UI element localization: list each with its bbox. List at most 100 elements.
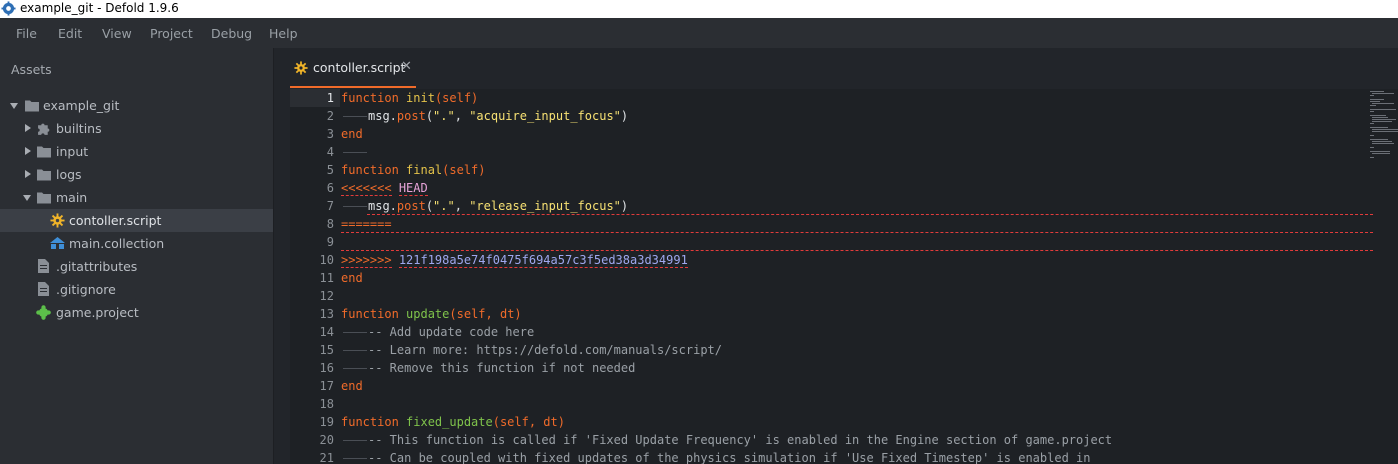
folder-icon: [37, 146, 51, 158]
line-number: 10: [319, 253, 334, 267]
tab-label: contoller.script: [313, 60, 406, 75]
menu-bar: File Edit View Project Debug Help: [0, 18, 1398, 48]
indent-guide: [343, 116, 367, 117]
paren-token: ): [620, 109, 629, 123]
tab-controller-script[interactable]: contoller.script ✕: [290, 56, 416, 88]
code-line: =======: [341, 215, 392, 233]
assets-panel-title: Assets: [11, 62, 52, 77]
paren-token: (: [425, 109, 434, 123]
keyword-token: function: [341, 307, 399, 321]
function-name-token: update: [406, 307, 450, 321]
line-number: 19: [319, 415, 334, 429]
menu-help[interactable]: Help: [269, 18, 298, 48]
indent-guide: [343, 332, 367, 333]
indent-guide: [343, 152, 367, 153]
object-token: msg.: [368, 199, 397, 213]
string-token: ".": [433, 109, 455, 123]
expand-arrow-icon[interactable]: [10, 103, 18, 109]
line-number: 7: [326, 199, 334, 213]
line-number: 9: [326, 235, 334, 249]
tree-item-main[interactable]: main: [0, 186, 273, 209]
code-line: msg.post(".", "acquire_input_focus"): [368, 107, 628, 125]
head-label: HEAD: [398, 181, 428, 196]
line-number: 1: [290, 89, 340, 107]
args-token: (self): [442, 163, 486, 177]
code-line: -- Remove this function if not needed: [368, 361, 636, 375]
code-editor[interactable]: 1 2 3 4 5 6 7 8 9 10 11 12 13 14 15 16 1…: [290, 89, 1398, 464]
line-number: 15: [319, 343, 334, 357]
tree-item-main-collection[interactable]: main.collection: [0, 232, 273, 255]
tree-item-label: game.project: [56, 305, 139, 320]
tree-item-label: main.collection: [69, 236, 165, 251]
menu-project[interactable]: Project: [150, 18, 193, 48]
file-icon: [38, 259, 49, 273]
assets-panel: Assets example_git builtins input logs m…: [0, 48, 274, 464]
code-line: -- Can be coupled with fixed updates of …: [368, 451, 1091, 464]
indent-guide: [343, 368, 367, 369]
keyword-token: function: [341, 163, 399, 177]
line-number: 13: [319, 307, 334, 321]
line-number: 3: [326, 127, 334, 141]
line-number: 16: [319, 361, 334, 375]
comma-token: ,: [454, 199, 470, 213]
collapse-arrow-icon[interactable]: [25, 147, 31, 155]
expand-arrow-icon[interactable]: [23, 195, 31, 201]
tree-item-controller-script[interactable]: contoller.script: [0, 209, 273, 232]
line-number: 11: [319, 271, 334, 285]
line-number: 12: [319, 289, 334, 303]
menu-view[interactable]: View: [102, 18, 132, 48]
tree-item-gitignore[interactable]: .gitignore: [0, 278, 273, 301]
editor-tab-bar: contoller.script ✕: [274, 48, 1398, 88]
menu-file[interactable]: File: [16, 18, 37, 48]
editor-area: contoller.script ✕ 1 2 3 4 5 6 7 8 9 10 …: [274, 48, 1398, 464]
menu-edit[interactable]: Edit: [58, 18, 82, 48]
string-token: ".": [433, 199, 455, 213]
tree-item-label: logs: [56, 167, 82, 182]
tree-item-gitattributes[interactable]: .gitattributes: [0, 255, 273, 278]
defold-logo-icon: [1, 1, 16, 16]
tree-item-label: builtins: [56, 121, 102, 136]
commit-hash: 121f198a5e74f0475f694a57c3f5ed38a3d34991: [398, 253, 688, 268]
line-number-gutter: 1 2 3 4 5 6 7 8 9 10 11 12 13 14 15 16 1…: [290, 89, 340, 464]
tree-item-game-project[interactable]: game.project: [0, 301, 273, 324]
string-token: "release_input_focus": [469, 199, 621, 213]
code-line: end: [341, 271, 363, 285]
code-line: function update(self, dt): [341, 305, 522, 323]
puzzle-icon: [38, 123, 50, 135]
code-line: function fixed_update(self, dt): [341, 413, 565, 431]
tree-item-builtins[interactable]: builtins: [0, 117, 273, 140]
object-token: msg.: [368, 109, 397, 123]
comma-token: ,: [454, 109, 470, 123]
tree-item-label: main: [56, 190, 88, 205]
line-number: 5: [326, 163, 334, 177]
tree-item-logs[interactable]: logs: [0, 163, 273, 186]
paren-token: ): [620, 199, 629, 213]
paren-token: (: [425, 199, 434, 213]
menu-debug[interactable]: Debug: [211, 18, 252, 48]
line-number: 21: [319, 451, 334, 464]
indent-guide: [343, 206, 367, 207]
tree-item-label: .gitignore: [56, 282, 116, 297]
line-number: 8: [326, 217, 334, 231]
collapse-arrow-icon[interactable]: [25, 170, 31, 178]
tree-item-input[interactable]: input: [0, 140, 273, 163]
game-project-icon: [36, 305, 51, 320]
indent-guide: [343, 458, 367, 459]
line-number: 17: [319, 379, 334, 393]
collapse-arrow-icon[interactable]: [25, 124, 31, 132]
code-minimap[interactable]: [1368, 89, 1398, 189]
keyword-token: function: [341, 91, 399, 105]
method-token: post: [396, 109, 426, 123]
args-token: (self, dt): [449, 307, 522, 321]
code-line: end: [341, 127, 363, 141]
conflict-marker: >>>>>>>: [341, 253, 392, 268]
tree-item-example-git[interactable]: example_git: [0, 94, 273, 117]
close-icon[interactable]: ✕: [401, 59, 412, 74]
collection-icon: [50, 237, 65, 249]
indent-guide: [343, 350, 367, 351]
code-line: end: [341, 379, 363, 393]
folder-icon: [25, 100, 39, 112]
code-line: function init(self): [341, 89, 478, 107]
error-underline: [341, 232, 1373, 233]
gear-icon: [50, 213, 65, 228]
